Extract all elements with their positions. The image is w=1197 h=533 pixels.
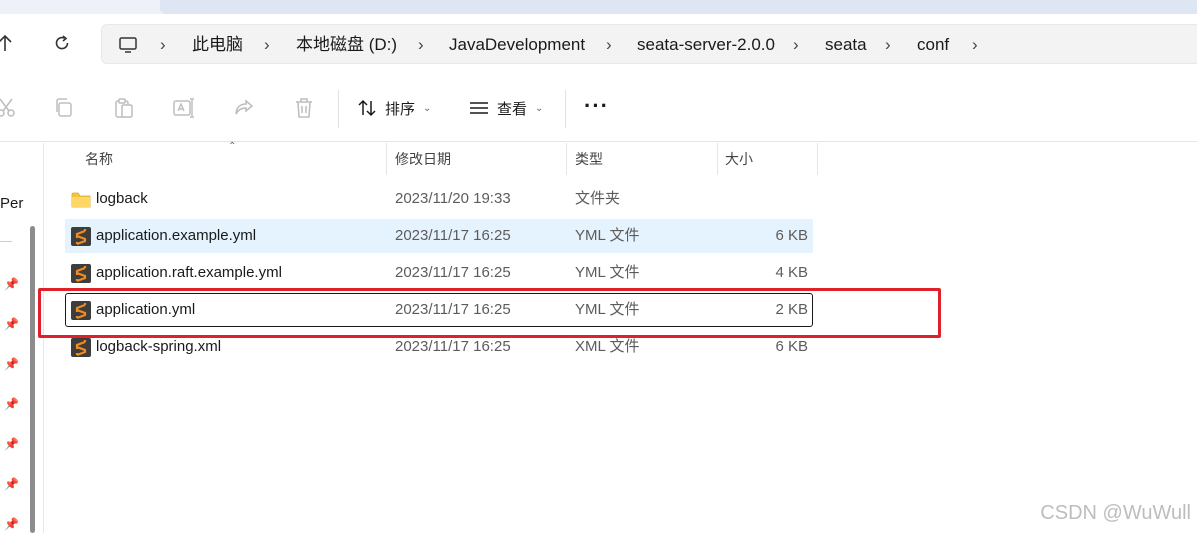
- nav-item-partial[interactable]: Per: [0, 195, 23, 212]
- sort-button[interactable]: 排序 ⌄: [357, 94, 431, 122]
- file-size: 4 KB: [775, 264, 808, 281]
- file-type: YML 文件: [575, 227, 640, 244]
- chevron-right-icon[interactable]: ›: [972, 25, 978, 65]
- paste-icon[interactable]: [112, 96, 136, 120]
- column-separator[interactable]: [386, 143, 387, 175]
- column-separator[interactable]: [817, 143, 818, 175]
- navigation-bar: › 此电脑 › 本地磁盘 (D:) › JavaDevelopment › se…: [0, 14, 1197, 76]
- file-type: 文件夹: [575, 190, 621, 207]
- nav-scrollbar[interactable]: [30, 226, 35, 533]
- view-button[interactable]: 查看 ⌄: [469, 94, 543, 122]
- breadcrumb-conf[interactable]: conf: [917, 25, 949, 65]
- pin-icon: 📌: [4, 357, 19, 371]
- file-name: logback: [96, 190, 148, 207]
- annotation-highlight-box: [38, 288, 941, 338]
- pin-icon: 📌: [4, 437, 19, 451]
- address-bar[interactable]: › 此电脑 › 本地磁盘 (D:) › JavaDevelopment › se…: [101, 24, 1197, 64]
- chevron-down-icon: ⌄: [535, 102, 544, 114]
- sublime-file-icon: [71, 227, 91, 246]
- refresh-button[interactable]: [51, 32, 73, 54]
- sublime-file-icon: [71, 264, 91, 283]
- file-name: application.example.yml: [96, 227, 257, 244]
- chevron-right-icon[interactable]: ›: [160, 25, 166, 65]
- file-type: YML 文件: [575, 264, 640, 281]
- pin-icon: 📌: [4, 277, 19, 291]
- chevron-right-icon[interactable]: ›: [885, 25, 891, 65]
- file-date: 2023/11/17 16:25: [395, 227, 511, 244]
- sort-icon: [358, 99, 376, 117]
- chevron-down-icon: ⌄: [423, 102, 432, 114]
- column-header-date[interactable]: 修改日期: [395, 143, 451, 175]
- breadcrumb-seata[interactable]: seata: [825, 25, 867, 65]
- breadcrumb-javadevelopment[interactable]: JavaDevelopment: [449, 25, 585, 65]
- pin-icon: 📌: [4, 397, 19, 411]
- toolbar-separator: [338, 90, 339, 128]
- toolbar-separator: [565, 90, 566, 128]
- column-header-name[interactable]: 名称: [85, 143, 113, 175]
- command-bar: 排序 ⌄ 查看 ⌄ ···: [0, 76, 1197, 142]
- chevron-right-icon[interactable]: ›: [793, 25, 799, 65]
- file-row-application-raft-example[interactable]: application.raft.example.yml 2023/11/17 …: [65, 256, 813, 290]
- nav-divider: [0, 241, 12, 242]
- column-header-type[interactable]: 类型: [575, 143, 603, 175]
- more-options-button[interactable]: ···: [584, 95, 609, 117]
- watermark: CSDN @WuWull: [1040, 502, 1191, 524]
- pin-icon: 📌: [4, 317, 19, 331]
- share-icon[interactable]: [232, 96, 256, 120]
- file-name: application.raft.example.yml: [96, 264, 282, 281]
- chevron-right-icon[interactable]: ›: [418, 25, 424, 65]
- up-button[interactable]: [0, 32, 16, 54]
- file-date: 2023/11/20 19:33: [395, 190, 511, 207]
- column-separator[interactable]: [717, 143, 718, 175]
- breadcrumb-seata-server[interactable]: seata-server-2.0.0: [637, 25, 775, 65]
- column-header-size[interactable]: 大小: [725, 143, 753, 175]
- arrow-up-icon: [0, 34, 12, 51]
- folder-icon: [71, 192, 91, 208]
- file-list: ⌃ 名称 修改日期 类型 大小 logback 2023/11/20 19:33…: [45, 141, 1197, 533]
- view-icon: [470, 102, 488, 114]
- sublime-file-icon: [71, 338, 91, 357]
- copy-icon[interactable]: [52, 96, 76, 120]
- chevron-right-icon[interactable]: ›: [606, 25, 612, 65]
- navigation-pane: Per 📌 📌 📌 📌 📌 📌 📌: [0, 143, 44, 533]
- computer-icon: [119, 37, 137, 53]
- chevron-right-icon[interactable]: ›: [264, 25, 270, 65]
- breadcrumb-this-pc[interactable]: 此电脑: [192, 25, 243, 65]
- delete-icon[interactable]: [292, 96, 316, 120]
- file-date: 2023/11/17 16:25: [395, 264, 511, 281]
- tab-strip: [0, 0, 1197, 14]
- pin-icon: 📌: [4, 517, 19, 531]
- refresh-icon: [55, 35, 69, 50]
- file-row-application-example[interactable]: application.example.yml 2023/11/17 16:25…: [65, 219, 813, 253]
- file-size: 6 KB: [775, 227, 808, 244]
- file-row-logback[interactable]: logback 2023/11/20 19:33 文件夹: [65, 182, 813, 216]
- view-label: 查看: [497, 100, 528, 118]
- tab-fragment[interactable]: [160, 0, 1197, 14]
- breadcrumb-drive-d[interactable]: 本地磁盘 (D:): [296, 25, 397, 65]
- column-separator[interactable]: [566, 143, 567, 175]
- cut-icon[interactable]: [0, 96, 18, 120]
- sort-label: 排序: [385, 100, 416, 118]
- sort-ascending-icon: ⌃: [228, 141, 237, 152]
- pin-icon: 📌: [4, 477, 19, 491]
- rename-icon[interactable]: [172, 96, 196, 120]
